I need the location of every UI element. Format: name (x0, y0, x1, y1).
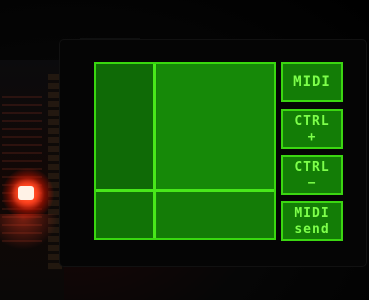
status-led (18, 186, 34, 200)
ctrl-minus-button[interactable]: CTRL − (281, 155, 343, 195)
ctrl-plus-label: CTRL (294, 113, 330, 129)
xy-touch-pad[interactable] (94, 62, 276, 240)
pad-quadrant-top-left (96, 64, 155, 190)
midi-send-sublabel: send (294, 221, 330, 237)
ctrl-plus-button[interactable]: CTRL + (281, 109, 343, 149)
ctrl-plus-symbol: + (307, 129, 317, 145)
crosshair-horizontal-line (96, 189, 274, 192)
midi-button[interactable]: MIDI (281, 62, 343, 102)
ctrl-minus-label: CTRL (294, 159, 330, 175)
pad-quadrant-bottom-right (157, 192, 274, 238)
pad-quadrant-bottom-left (96, 192, 155, 238)
ctrl-minus-symbol: − (307, 175, 317, 191)
midi-send-label: MIDI (294, 205, 330, 221)
midi-send-button[interactable]: MIDI send (281, 201, 343, 241)
pad-quadrant-top-right (157, 64, 274, 190)
photo-scene: MIDI CTRL + CTRL − MIDI send (0, 0, 369, 300)
midi-button-label: MIDI (293, 74, 331, 90)
crosshair-vertical-line (153, 64, 156, 238)
